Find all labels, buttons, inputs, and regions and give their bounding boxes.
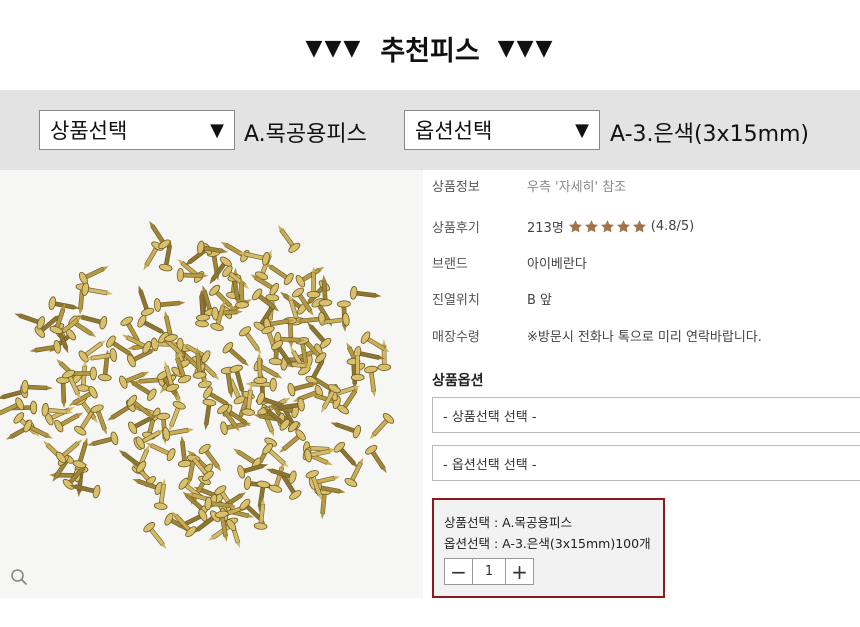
option-selector-bar: 상품선택 ▼ A.목공용피스 옵션선택 ▼ A-3.은색(3x15mm): [0, 90, 860, 170]
detail-key: 브랜드: [432, 256, 468, 272]
star-icon: [632, 219, 646, 232]
option-dropdown[interactable]: - 옵션선택 선택 -: [432, 445, 860, 481]
option-select-value: A-3.은색(3x15mm): [610, 122, 810, 147]
star-icon: [568, 219, 582, 232]
review-count: 213명: [527, 220, 564, 236]
detail-key: 상품정보: [432, 179, 480, 195]
down-triangles-icon: ▼▼▼: [497, 35, 555, 61]
down-triangles-icon: ▼▼▼: [305, 35, 363, 61]
options-section-title: 상품옵션: [432, 373, 484, 389]
rating-stars: [568, 219, 647, 234]
product-image[interactable]: [0, 170, 423, 598]
product-select-label: 상품선택: [50, 119, 128, 143]
detail-row-pickup: 매장수령 ※방문시 전화나 톡으로 미리 연락바랍니다.: [432, 325, 762, 345]
quantity-value[interactable]: 1: [472, 559, 506, 584]
quantity-stepper[interactable]: − 1 +: [444, 558, 534, 585]
detail-row-reviews[interactable]: 상품후기 213명 (4.8/5): [432, 216, 694, 236]
detail-row-brand: 브랜드 아이베란다: [432, 252, 587, 272]
detail-row-info: 상품정보 우측 '자세히' 참조: [432, 175, 626, 195]
product-option-dropdown[interactable]: - 상품선택 선택 -: [432, 397, 860, 433]
detail-key: 매장수령: [432, 329, 480, 345]
star-icon: [600, 219, 614, 232]
selected-product-line: 상품선택 : A.목공용피스: [444, 515, 572, 530]
detail-value: 아이베란다: [527, 256, 587, 272]
detail-value: ※방문시 전화나 톡으로 미리 연락바랍니다.: [527, 329, 762, 345]
option-select[interactable]: 옵션선택 ▼: [404, 110, 600, 150]
magnifier-icon[interactable]: [10, 568, 28, 586]
detail-key: 진열위치: [432, 292, 480, 308]
star-icon: [616, 219, 630, 232]
chevron-down-icon: ▼: [210, 120, 224, 141]
recommend-heading: ▼▼▼ 추천피스 ▼▼▼: [0, 26, 860, 70]
detail-key: 상품후기: [432, 220, 480, 236]
option-select-label: 옵션선택: [415, 119, 493, 143]
selected-option-line: 옵션선택 : A-3.은색(3x15mm)100개: [444, 536, 651, 551]
chevron-down-icon: ▼: [575, 120, 589, 141]
detail-row-location: 진열위치 B 앞: [432, 288, 552, 308]
product-select[interactable]: 상품선택 ▼: [39, 110, 235, 150]
detail-value: 우측 '자세히' 참조: [527, 179, 627, 195]
heading-title: 추천피스: [380, 35, 480, 67]
star-icon: [584, 219, 598, 232]
selected-item-box: 상품선택 : A.목공용피스 옵션선택 : A-3.은색(3x15mm)100개…: [432, 498, 665, 598]
product-select-value: A.목공용피스: [244, 122, 367, 147]
detail-value: B 앞: [527, 292, 553, 308]
rating-text: (4.8/5): [650, 218, 695, 234]
screws-pile-image: [0, 220, 395, 550]
decrease-button[interactable]: −: [445, 559, 472, 584]
increase-button[interactable]: +: [506, 559, 533, 584]
